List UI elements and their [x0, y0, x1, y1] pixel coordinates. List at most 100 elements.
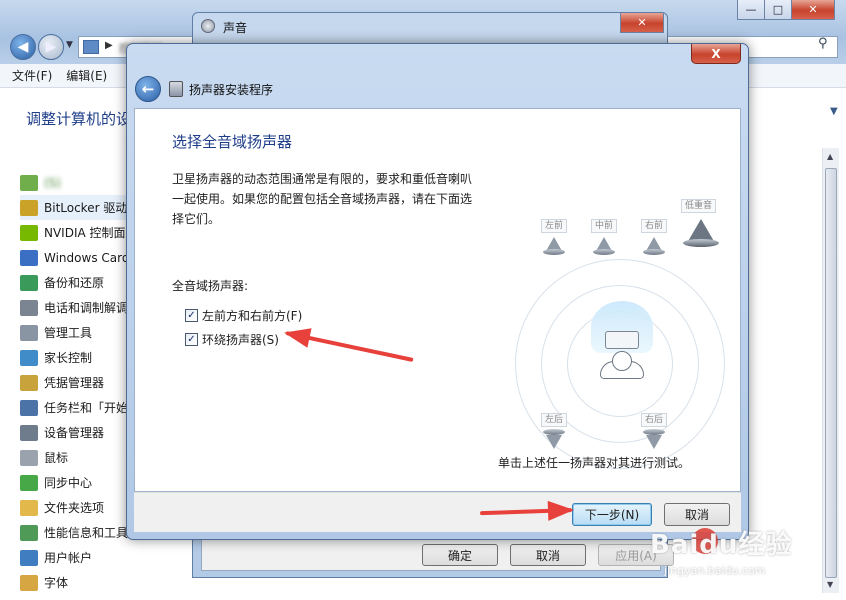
back-button[interactable]: ◀ [10, 34, 36, 60]
fonts-icon [20, 574, 38, 591]
control-panel-item[interactable]: (S) [20, 170, 130, 195]
breadcrumb-chevron-icon[interactable]: ▶ [105, 40, 113, 51]
control-panel-item[interactable]: 设备管理器 [20, 420, 130, 445]
control-panel-item-label: 家长控制 [44, 351, 93, 365]
control-panel-item-label: 用户帐户 [44, 551, 93, 565]
wizard-cancel-button[interactable]: 取消 [664, 503, 730, 526]
mouse-icon [20, 449, 38, 466]
control-panel-item[interactable]: NVIDIA 控制面板 [20, 220, 130, 245]
control-panel-item[interactable]: BitLocker 驱动器 [20, 195, 130, 220]
scroll-down-icon[interactable]: ▼ [827, 580, 833, 589]
control-panel-item[interactable]: 管理工具 [20, 320, 130, 345]
control-panel-item-label: 任务栏和「开始」菜单 [44, 401, 130, 415]
sound-close-button[interactable]: ✕ [620, 13, 664, 33]
control-panel-item[interactable]: Windows CardSpace [20, 245, 130, 270]
wizard-title: 扬声器安装程序 [189, 83, 274, 97]
search-icon[interactable]: ⚲ [818, 36, 828, 51]
ok-button[interactable]: 确定 [422, 544, 498, 566]
sound-dialog-title: 声音 [223, 21, 248, 35]
front-right-speaker-icon[interactable] [643, 237, 665, 257]
sync-icon [20, 474, 38, 491]
center-label: 中前 [591, 219, 618, 233]
control-panel-item-label: 管理工具 [44, 326, 93, 340]
green-blurred-icon [20, 174, 38, 191]
wizard-heading: 选择全音域扬声器 [172, 133, 293, 151]
sound-cancel-button[interactable]: 取消 [510, 544, 586, 566]
speaker-setup-wizard: X ← 扬声器安装程序 选择全音域扬声器 卫星扬声器的动态范围通常是有限的，要求… [126, 43, 749, 540]
checkbox-front-label[interactable]: 左前方和右前方(F) [202, 307, 302, 324]
vertical-scrollbar[interactable]: ▲ ▼ [822, 148, 839, 593]
nvidia-icon [20, 224, 38, 241]
control-panel-item-label: 鼠标 [44, 451, 69, 465]
sound-icon [201, 19, 215, 33]
baidu-watermark-logo: Baidu经验 jingyan.baidu.com [650, 524, 820, 588]
control-panel-item-label: 同步中心 [44, 476, 93, 490]
minimize-button[interactable]: — [737, 0, 765, 20]
control-panel-item-label: 文件夹选项 [44, 501, 105, 515]
rear-right-speaker-icon[interactable] [643, 429, 665, 449]
bitlocker-key-icon [20, 199, 38, 216]
control-panel-item-label: NVIDIA 控制面板 [44, 226, 130, 240]
control-panel-item[interactable]: 鼠标 [20, 445, 130, 470]
backup-icon [20, 274, 38, 291]
control-panel-item[interactable]: 用户帐户 [20, 545, 130, 570]
rear-left-label: 左后 [541, 413, 568, 427]
view-dropdown-icon[interactable]: ▼ [830, 106, 838, 117]
wizard-back-button[interactable]: ← [135, 76, 161, 102]
checkbox-surround-label[interactable]: 环绕扬声器(S) [202, 331, 279, 348]
checkbox-surround-speakers[interactable]: ✓ 环绕扬声器(S) [185, 331, 279, 348]
control-panel-item[interactable]: 电话和调制解调器 [20, 295, 130, 320]
front-left-speaker-icon[interactable] [543, 237, 565, 257]
full-range-group-label: 全音域扬声器: [172, 279, 249, 293]
checkbox-checked-icon[interactable]: ✓ [185, 333, 198, 346]
subwoofer-label: 低重音 [681, 199, 717, 213]
control-panel-item[interactable]: 同步中心 [20, 470, 130, 495]
control-panel-item-label: 性能信息和工具 [44, 526, 129, 540]
close-button[interactable]: ✕ [791, 0, 835, 20]
menu-file[interactable]: 文件(F) [12, 67, 52, 84]
control-panel-window-controls: — □ ✕ [737, 0, 835, 20]
credential-icon [20, 374, 38, 391]
history-dropdown-icon[interactable]: ▼ [66, 40, 73, 50]
rear-left-speaker-icon[interactable] [543, 429, 565, 449]
center-speaker-icon[interactable] [593, 237, 615, 257]
maximize-button[interactable]: □ [764, 0, 792, 20]
control-panel-item[interactable]: 字体 [20, 570, 130, 595]
control-panel-icon [83, 40, 99, 54]
next-button[interactable]: 下一步(N) [572, 503, 652, 526]
front-left-label: 左前 [541, 219, 568, 233]
performance-icon [20, 524, 38, 541]
folder-icon [20, 499, 38, 516]
control-panel-item-label: BitLocker 驱动器 [44, 201, 130, 215]
device-manager-icon [20, 424, 38, 441]
control-panel-item[interactable]: 凭据管理器 [20, 370, 130, 395]
control-panel-item[interactable]: 性能信息和工具 [20, 520, 130, 545]
control-panel-item-label: 备份和还原 [44, 276, 105, 290]
control-panel-item-list: (S) BitLocker 驱动器 NVIDIA 控制面板 Windows CardS… [20, 170, 130, 595]
admin-tools-icon [20, 324, 38, 341]
watermark-url: jingyan.baidu.com [664, 564, 766, 577]
subwoofer-speaker-icon[interactable] [683, 219, 719, 249]
wizard-close-button[interactable]: X [691, 44, 741, 64]
speaker-diagram: 左前 中前 右前 低重音 左后 右后 [505, 199, 735, 469]
checkbox-checked-icon[interactable]: ✓ [185, 309, 198, 322]
wizard-hint: 单击上述任一扬声器对其进行测试。 [498, 456, 691, 470]
control-panel-item[interactable]: 家长控制 [20, 345, 130, 370]
wizard-body: 选择全音域扬声器 卫星扬声器的动态范围通常是有限的，要求和重低音喇叭一起使用。如… [134, 108, 741, 492]
watermark-main: Baidu经验 [650, 530, 793, 560]
forward-button[interactable]: ▶ [38, 34, 64, 60]
control-panel-item[interactable]: 备份和还原 [20, 270, 130, 295]
rear-right-label: 右后 [641, 413, 668, 427]
control-panel-item[interactable]: 文件夹选项 [20, 495, 130, 520]
control-panel-item-label: 设备管理器 [44, 426, 105, 440]
sound-dialog-controls: ✕ [620, 13, 664, 33]
scroll-up-icon[interactable]: ▲ [827, 152, 833, 161]
wizard-description: 卫星扬声器的动态范围通常是有限的，要求和重低音喇叭一起使用。如果您的配置包括全音… [172, 172, 473, 226]
user-accounts-icon [20, 549, 38, 566]
control-panel-item-label: Windows CardSpace [44, 250, 130, 265]
menu-edit[interactable]: 编辑(E) [66, 67, 107, 84]
checkbox-front-speakers[interactable]: ✓ 左前方和右前方(F) [185, 307, 302, 324]
control-panel-item[interactable]: 任务栏和「开始」菜单 [20, 395, 130, 420]
sound-dialog-buttons: 确定 取消 应用(A) [422, 544, 674, 566]
scrollbar-thumb[interactable] [825, 168, 837, 578]
